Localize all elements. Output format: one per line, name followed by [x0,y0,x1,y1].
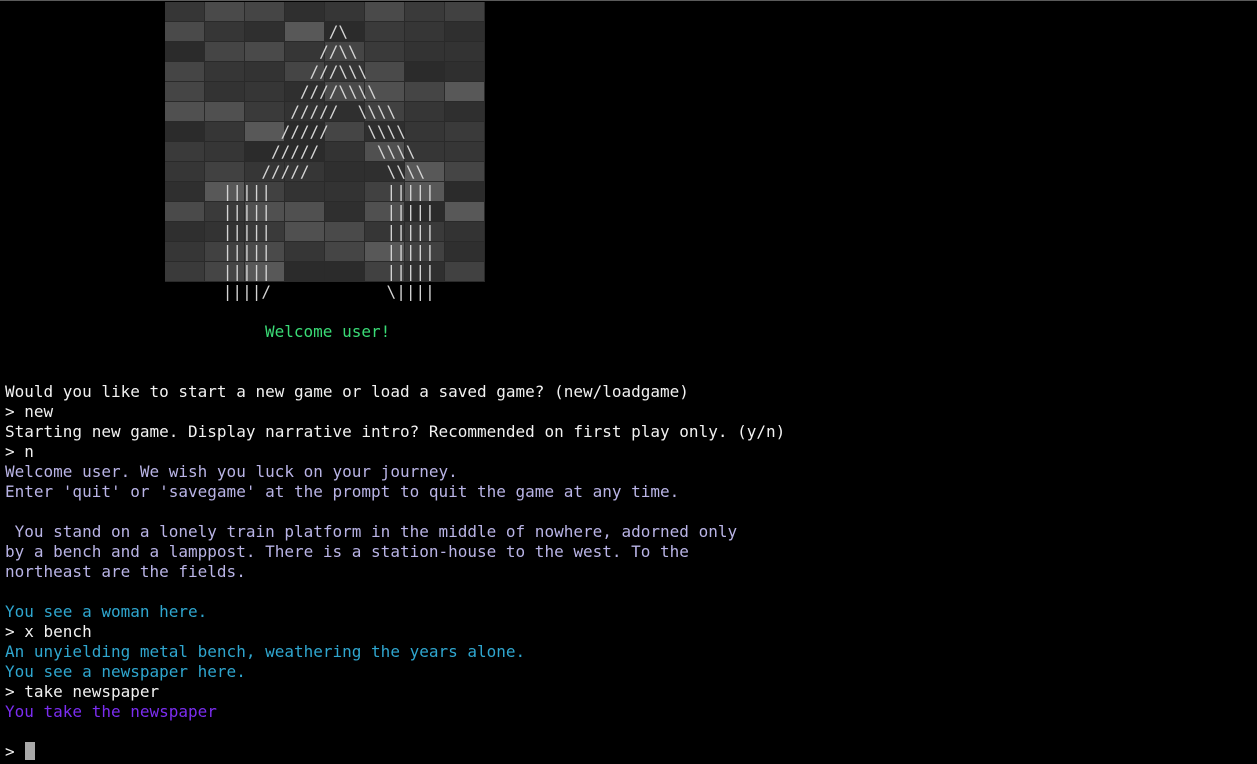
ascii-art-line: ||||| ||||| [165,262,435,281]
command-echo-line: > new [5,402,54,421]
game-console-log: Would you like to start a new game or lo… [5,382,785,722]
output-line: You see a woman here. [5,602,208,621]
ascii-art-line: ||||/ \|||| [165,282,435,301]
output-line: Welcome user. We wish you luck on your j… [5,462,458,481]
tunnel-ascii-lines: /\ //\\ ///\\\ ////\\\\ ///// \\\\ /////… [165,2,485,302]
command-input-line[interactable]: > [5,742,35,762]
output-line: You see a newspaper here. [5,662,246,681]
window-top-border [0,0,1257,1]
text-cursor [24,742,35,760]
ascii-art-line: ////\\\\ [165,82,377,101]
output-line: Enter 'quit' or 'savegame' at the prompt… [5,482,680,501]
ascii-art-line: ///// \\\\ [165,142,416,161]
ascii-art-line: ||||| ||||| [165,242,435,261]
output-line: Would you like to start a new game or lo… [5,382,689,401]
ascii-art-tunnel: /\ //\\ ///\\\ ////\\\\ ///// \\\\ /////… [165,2,485,302]
command-echo-line: > take newspaper [5,682,160,701]
output-line: You stand on a lonely train platform in … [5,522,738,541]
ascii-art-line: //\\ [165,42,358,61]
ascii-art-line: ||||| ||||| [165,182,435,201]
ascii-art-line: /\ [165,22,349,41]
ascii-art-line: ///// \\\\ [165,162,426,181]
ascii-art-line: ///// \\\\ [165,102,397,121]
ascii-art-line: ||||| ||||| [165,202,435,221]
output-line: northeast are the fields. [5,562,246,581]
command-echo-line: > n [5,442,34,461]
command-echo-line: > x bench [5,622,92,641]
output-line: You take the newspaper [5,702,217,721]
ascii-art-line: ///// \\\\ [165,122,406,141]
output-line: by a bench and a lamppost. There is a st… [5,542,689,561]
prompt-symbol: > [5,742,15,761]
output-line: An unyielding metal bench, weathering th… [5,642,526,661]
ascii-art-line: ||||| ||||| [165,222,435,241]
ascii-art-line: ///\\\ [165,62,368,81]
welcome-banner: Welcome user! [265,322,391,341]
output-line: Starting new game. Display narrative int… [5,422,786,441]
